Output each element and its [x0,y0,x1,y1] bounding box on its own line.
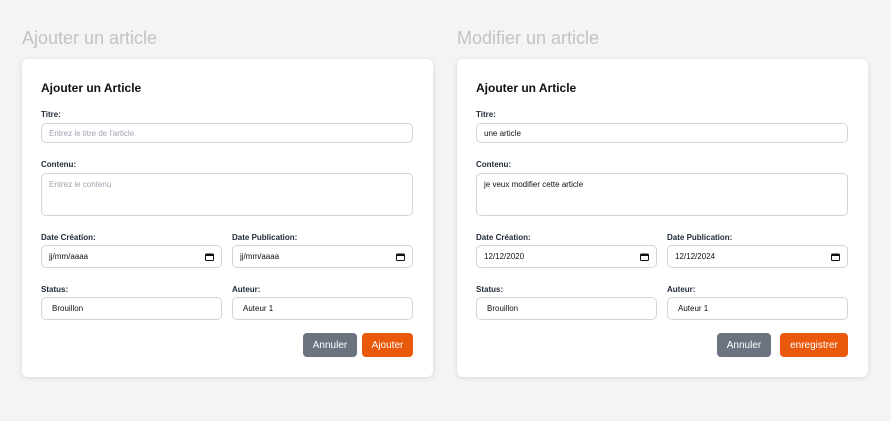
titre-label: Titre: [41,110,61,119]
titre-label: Titre: [476,110,496,119]
cancel-button[interactable]: Annuler [717,333,771,357]
calendar-icon[interactable] [396,253,405,261]
edit-article-card [457,59,868,377]
status-label: Status: [41,285,69,294]
date-publication-value: jj/mm/aaaa [240,252,280,261]
status-label: Status: [476,285,504,294]
auteur-select[interactable]: Auteur 1 [667,297,848,320]
page-heading: Modifier un article [457,28,600,48]
contenu-textarea[interactable]: je veux modifier cette article [476,173,848,216]
calendar-icon[interactable] [205,253,214,261]
add-article-card [22,59,433,377]
save-button[interactable]: enregistrer [780,333,848,357]
auteur-select[interactable]: Auteur 1 [232,297,413,320]
date-creation-input[interactable]: 12/12/2020 [476,245,657,268]
status-select[interactable]: Brouillon [476,297,657,320]
auteur-label: Auteur: [232,285,261,294]
date-creation-label: Date Création: [41,233,96,242]
calendar-icon[interactable] [640,253,649,261]
page-heading: Ajouter un article [22,28,158,48]
card-title: Ajouter un Article [41,81,142,95]
contenu-label: Contenu: [41,160,77,169]
status-select[interactable]: Brouillon [41,297,222,320]
auteur-label: Auteur: [667,285,696,294]
date-creation-value: 12/12/2020 [484,252,525,261]
date-publication-input[interactable]: jj/mm/aaaa [232,245,413,268]
titre-input[interactable]: Entrez le titre de l'article [41,123,413,143]
date-publication-input[interactable]: 12/12/2024 [667,245,848,268]
date-creation-label: Date Création: [476,233,531,242]
card-title: Ajouter un Article [476,81,577,95]
contenu-label: Contenu: [476,160,512,169]
add-button[interactable]: Ajouter [362,333,413,357]
date-creation-input[interactable]: jj/mm/aaaa [41,245,222,268]
date-creation-value: jj/mm/aaaa [49,252,89,261]
date-publication-label: Date Publication: [667,233,733,242]
date-publication-value: 12/12/2024 [675,252,716,261]
titre-input[interactable]: une article [476,123,848,143]
cancel-button[interactable]: Annuler [303,333,357,357]
contenu-textarea[interactable]: Entrez le contenu [41,173,413,216]
calendar-icon[interactable] [831,253,840,261]
date-publication-label: Date Publication: [232,233,298,242]
